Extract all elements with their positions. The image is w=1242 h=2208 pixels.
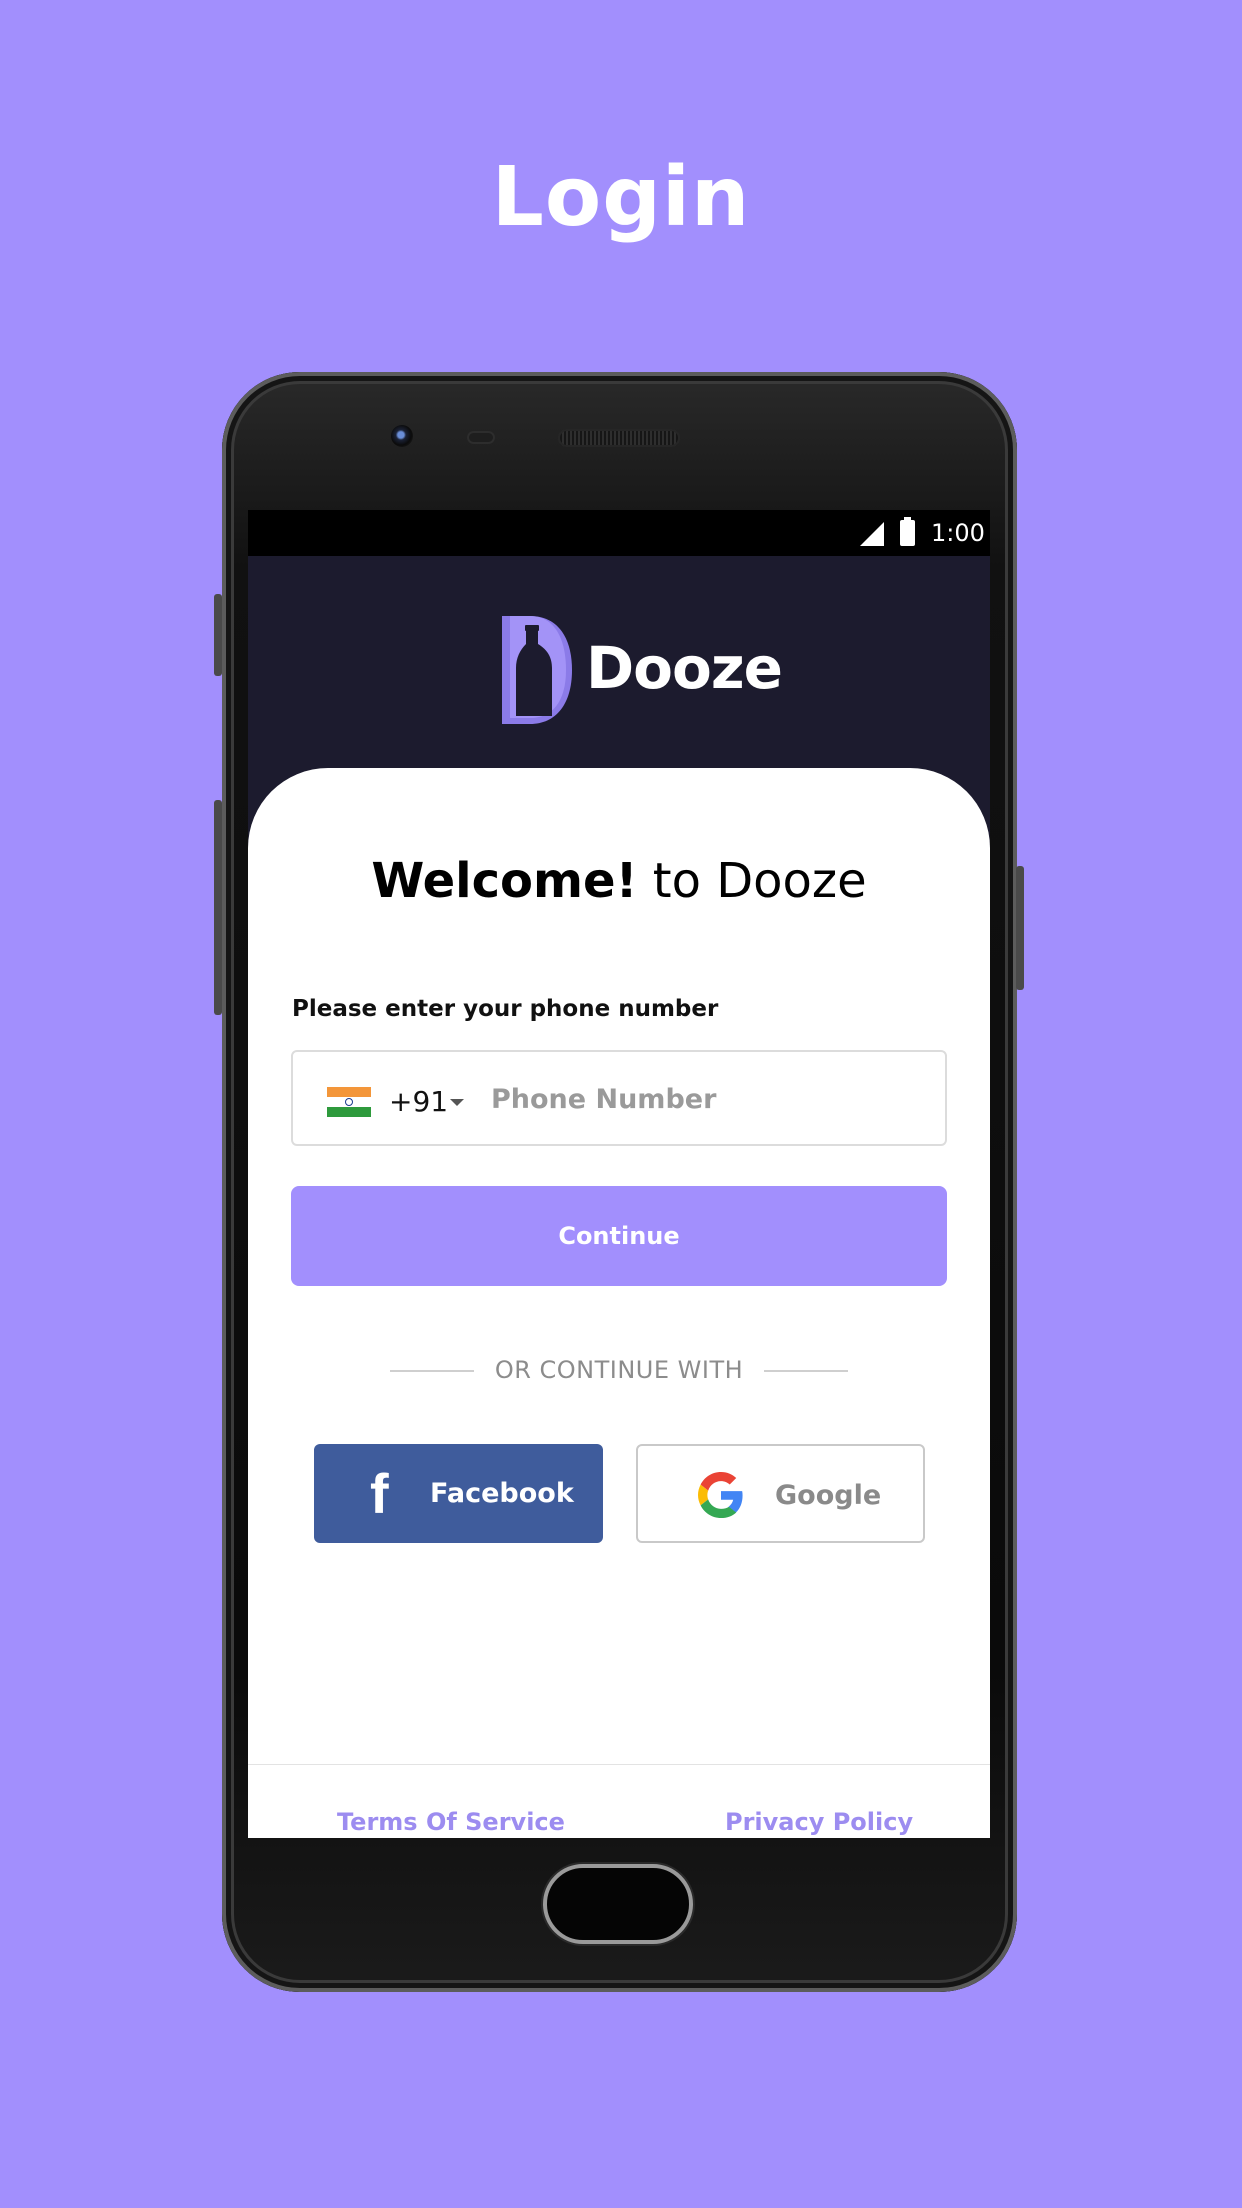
brand-logo: Dooze bbox=[496, 612, 783, 728]
phone-label: Please enter your phone number bbox=[292, 996, 719, 1022]
privacy-policy-link[interactable]: Privacy Policy bbox=[725, 1808, 913, 1836]
divider: OR CONTINUE WITH bbox=[248, 1356, 990, 1386]
login-card: Welcome! to Dooze Please enter your phon… bbox=[248, 768, 990, 1838]
earpiece-speaker bbox=[558, 429, 680, 447]
dooze-logo-icon bbox=[502, 616, 572, 724]
signal-icon bbox=[860, 522, 884, 546]
country-code[interactable]: +91 bbox=[389, 1085, 448, 1118]
battery-icon bbox=[900, 517, 915, 546]
welcome-heading: Welcome! to Dooze bbox=[248, 853, 990, 909]
front-camera bbox=[391, 425, 413, 447]
phone-volume-button bbox=[214, 800, 222, 1015]
google-button[interactable]: Google bbox=[636, 1444, 925, 1543]
google-icon bbox=[698, 1472, 743, 1518]
google-label: Google bbox=[775, 1480, 882, 1511]
status-time: 1:00 bbox=[931, 519, 985, 547]
continue-button[interactable]: Continue bbox=[291, 1186, 947, 1286]
phone-power-button bbox=[1016, 866, 1024, 990]
proximity-sensor bbox=[467, 431, 495, 444]
phone-screen: 1:00 Dooze Welcome! to Dooze Please ente… bbox=[248, 510, 990, 1838]
terms-of-service-link[interactable]: Terms Of Service bbox=[337, 1808, 565, 1836]
phone-number-input[interactable] bbox=[491, 1072, 931, 1126]
footer-divider bbox=[248, 1764, 990, 1765]
phone-field: +91 bbox=[291, 1050, 947, 1146]
facebook-icon: f bbox=[370, 1462, 389, 1525]
welcome-bold: Welcome! bbox=[371, 853, 638, 909]
status-bar: 1:00 bbox=[248, 510, 990, 556]
india-flag-icon[interactable] bbox=[327, 1087, 371, 1117]
page-title: Login bbox=[491, 150, 751, 245]
facebook-label: Facebook bbox=[430, 1478, 574, 1509]
welcome-rest: to Dooze bbox=[637, 853, 867, 909]
divider-text: OR CONTINUE WITH bbox=[494, 1356, 744, 1384]
chevron-down-icon[interactable] bbox=[450, 1099, 464, 1106]
phone-side-button bbox=[214, 594, 222, 676]
home-button[interactable] bbox=[543, 1864, 693, 1944]
brand-name: Dooze bbox=[586, 634, 783, 702]
divider-line-right bbox=[764, 1370, 848, 1372]
facebook-button[interactable]: f Facebook bbox=[314, 1444, 603, 1543]
